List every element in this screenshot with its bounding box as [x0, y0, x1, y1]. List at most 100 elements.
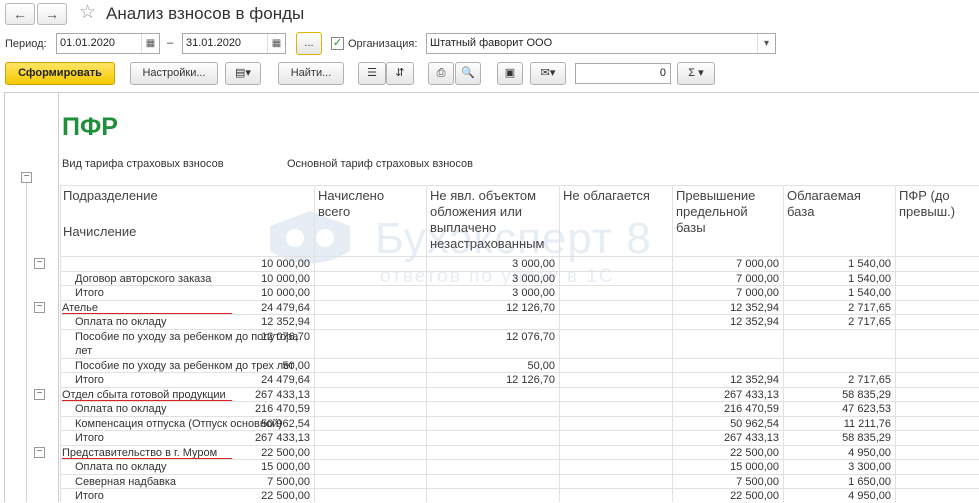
- row-total-value: 22 500,00: [261, 447, 310, 459]
- report-left-divider: [58, 93, 59, 502]
- calendar-icon[interactable]: ▦: [141, 34, 159, 53]
- table-column-divider: [60, 185, 61, 502]
- row-collapse-icon[interactable]: −: [34, 302, 45, 313]
- organization-field[interactable]: Штатный фаворит ООО ▾: [426, 33, 776, 54]
- header-nonobject-line: обложения или: [430, 204, 523, 219]
- header-pfr-line: превыш.): [899, 204, 956, 219]
- tariff-label: Вид тарифа страховых взносов: [62, 158, 224, 170]
- row-base-value: 267 433,13: [723, 432, 779, 444]
- row-total-value: 10 000,00: [261, 258, 310, 270]
- row-collapse-icon[interactable]: −: [34, 389, 45, 400]
- sum-mode-button[interactable]: Σ ▾: [677, 62, 715, 85]
- row-total-value: 267 433,13: [254, 432, 310, 444]
- tariff-value: Основной тариф страховых взносов: [287, 158, 474, 170]
- row-pfr-value: 11 211,76: [843, 418, 891, 430]
- title-bar: ← → ☆ Анализ взносов в фонды: [0, 0, 979, 28]
- sum-field[interactable]: 0: [575, 63, 671, 84]
- row-name: Договор авторского заказа: [75, 273, 212, 285]
- window-title: Анализ взносов в фонды: [106, 4, 305, 23]
- calendar-icon[interactable]: ▦: [267, 34, 285, 53]
- header-nontaxable: Не облагается: [563, 188, 650, 204]
- favorite-star-icon[interactable]: ☆: [79, 2, 96, 24]
- report-variant-icon: ▤▾: [235, 67, 251, 79]
- date-to-field[interactable]: 31.01.2020 ▦: [182, 33, 286, 54]
- date-to-value: 31.01.2020: [186, 37, 242, 49]
- row-total-value: 12 076,70: [261, 331, 310, 343]
- row-base-value: 15 000,00: [730, 461, 779, 473]
- row-nontax-value: 3 000,00: [512, 258, 555, 270]
- preview-icon: 🔍: [461, 67, 475, 79]
- header-nonobject-line: выплачено: [430, 220, 497, 235]
- header-division: Подразделение: [63, 188, 158, 203]
- row-pfr-value: 1 650,00: [848, 476, 891, 488]
- organization-label: Организация:: [348, 38, 418, 50]
- row-total-value: 10 000,00: [261, 273, 310, 285]
- row-total-value: 22 500,00: [261, 490, 310, 502]
- row-collapse-icon[interactable]: −: [34, 258, 45, 269]
- row-collapse-icon[interactable]: −: [34, 447, 45, 458]
- row-pfr-value: 1 540,00: [848, 258, 891, 270]
- row-base-value: 12 352,94: [730, 302, 779, 314]
- table-column-divider: [314, 185, 315, 502]
- group-collapse-icon[interactable]: −: [21, 172, 32, 183]
- header-nonobject-line: незастрахованным: [430, 236, 545, 251]
- organization-checkbox[interactable]: ✓: [331, 37, 344, 50]
- row-name: Итого: [75, 287, 104, 299]
- row-base-value: 7 500,00: [736, 476, 779, 488]
- header-pfr: ПФР (до превыш.): [899, 188, 955, 220]
- row-nontax-value: 3 000,00: [512, 287, 555, 299]
- row-pfr-value: 1 540,00: [848, 273, 891, 285]
- row-pfr-value: 47 623,53: [842, 403, 891, 415]
- row-nontax-value: 3 000,00: [512, 273, 555, 285]
- back-button[interactable]: ←: [5, 3, 35, 25]
- period-dash: –: [167, 37, 174, 49]
- header-nonobject: Не явл. объектом обложения или выплачено…: [430, 188, 544, 252]
- row-total-value: 216 470,59: [254, 403, 310, 415]
- header-base-line: база: [787, 204, 815, 219]
- row-total-value: 50,00: [282, 360, 310, 372]
- back-arrow-icon: ←: [13, 6, 27, 22]
- row-name: Итого: [75, 374, 104, 386]
- row-base-value: 50 962,54: [730, 418, 779, 430]
- row-total-value: 7 500,00: [267, 476, 310, 488]
- row-nontax-value: 12 126,70: [506, 374, 555, 386]
- header-total: Начислено всего: [318, 188, 384, 220]
- row-total-value: 15 000,00: [261, 461, 310, 473]
- list-indent-icon: ☰: [367, 67, 377, 79]
- header-accrual: Начисление: [63, 224, 137, 239]
- header-nontaxable-line: Не облагается: [563, 188, 650, 203]
- row-base-value: 7 000,00: [736, 287, 779, 299]
- settings-button[interactable]: Настройки...: [130, 62, 218, 85]
- dropdown-arrow-icon[interactable]: ▾: [757, 34, 775, 53]
- row-nontax-value: 50,00: [527, 360, 555, 372]
- email-button[interactable]: ✉▾: [530, 62, 566, 85]
- report-title: ПФР: [62, 113, 118, 141]
- row-total-value: 10 000,00: [261, 287, 310, 299]
- header-nonobject-line: Не явл. объектом: [430, 188, 537, 203]
- header-excess-line: Превышение: [676, 188, 756, 203]
- forward-button[interactable]: →: [37, 3, 67, 25]
- row-base-value: 12 352,94: [730, 316, 779, 328]
- row-pfr-value: 4 950,00: [848, 447, 891, 459]
- row-pfr-value: 2 717,65: [848, 374, 891, 386]
- save-button[interactable]: ▣: [497, 62, 523, 85]
- generate-button[interactable]: Сформировать: [5, 62, 115, 85]
- find-button[interactable]: Найти...: [278, 62, 344, 85]
- row-total-value: 24 479,64: [261, 302, 310, 314]
- print-button[interactable]: ⎙: [428, 62, 454, 85]
- header-total-line: всего: [318, 204, 351, 219]
- period-select-button[interactable]: ...: [296, 32, 322, 55]
- expand-groups-button[interactable]: ⇵: [386, 62, 414, 85]
- forward-arrow-icon: →: [45, 6, 59, 22]
- table-top-border: [60, 185, 979, 186]
- table-column-divider: [895, 185, 896, 502]
- variants-button[interactable]: ▤▾: [225, 62, 261, 85]
- row-name: Итого: [75, 490, 104, 502]
- row-nontax-value: 12 126,70: [506, 302, 555, 314]
- row-base-value: 22 500,00: [730, 447, 779, 459]
- period-label: Период:: [5, 38, 47, 50]
- row-pfr-value: 4 950,00: [848, 490, 891, 502]
- collapse-groups-button[interactable]: ☰: [358, 62, 386, 85]
- date-from-field[interactable]: 01.01.2020 ▦: [56, 33, 160, 54]
- preview-button[interactable]: 🔍: [455, 62, 481, 85]
